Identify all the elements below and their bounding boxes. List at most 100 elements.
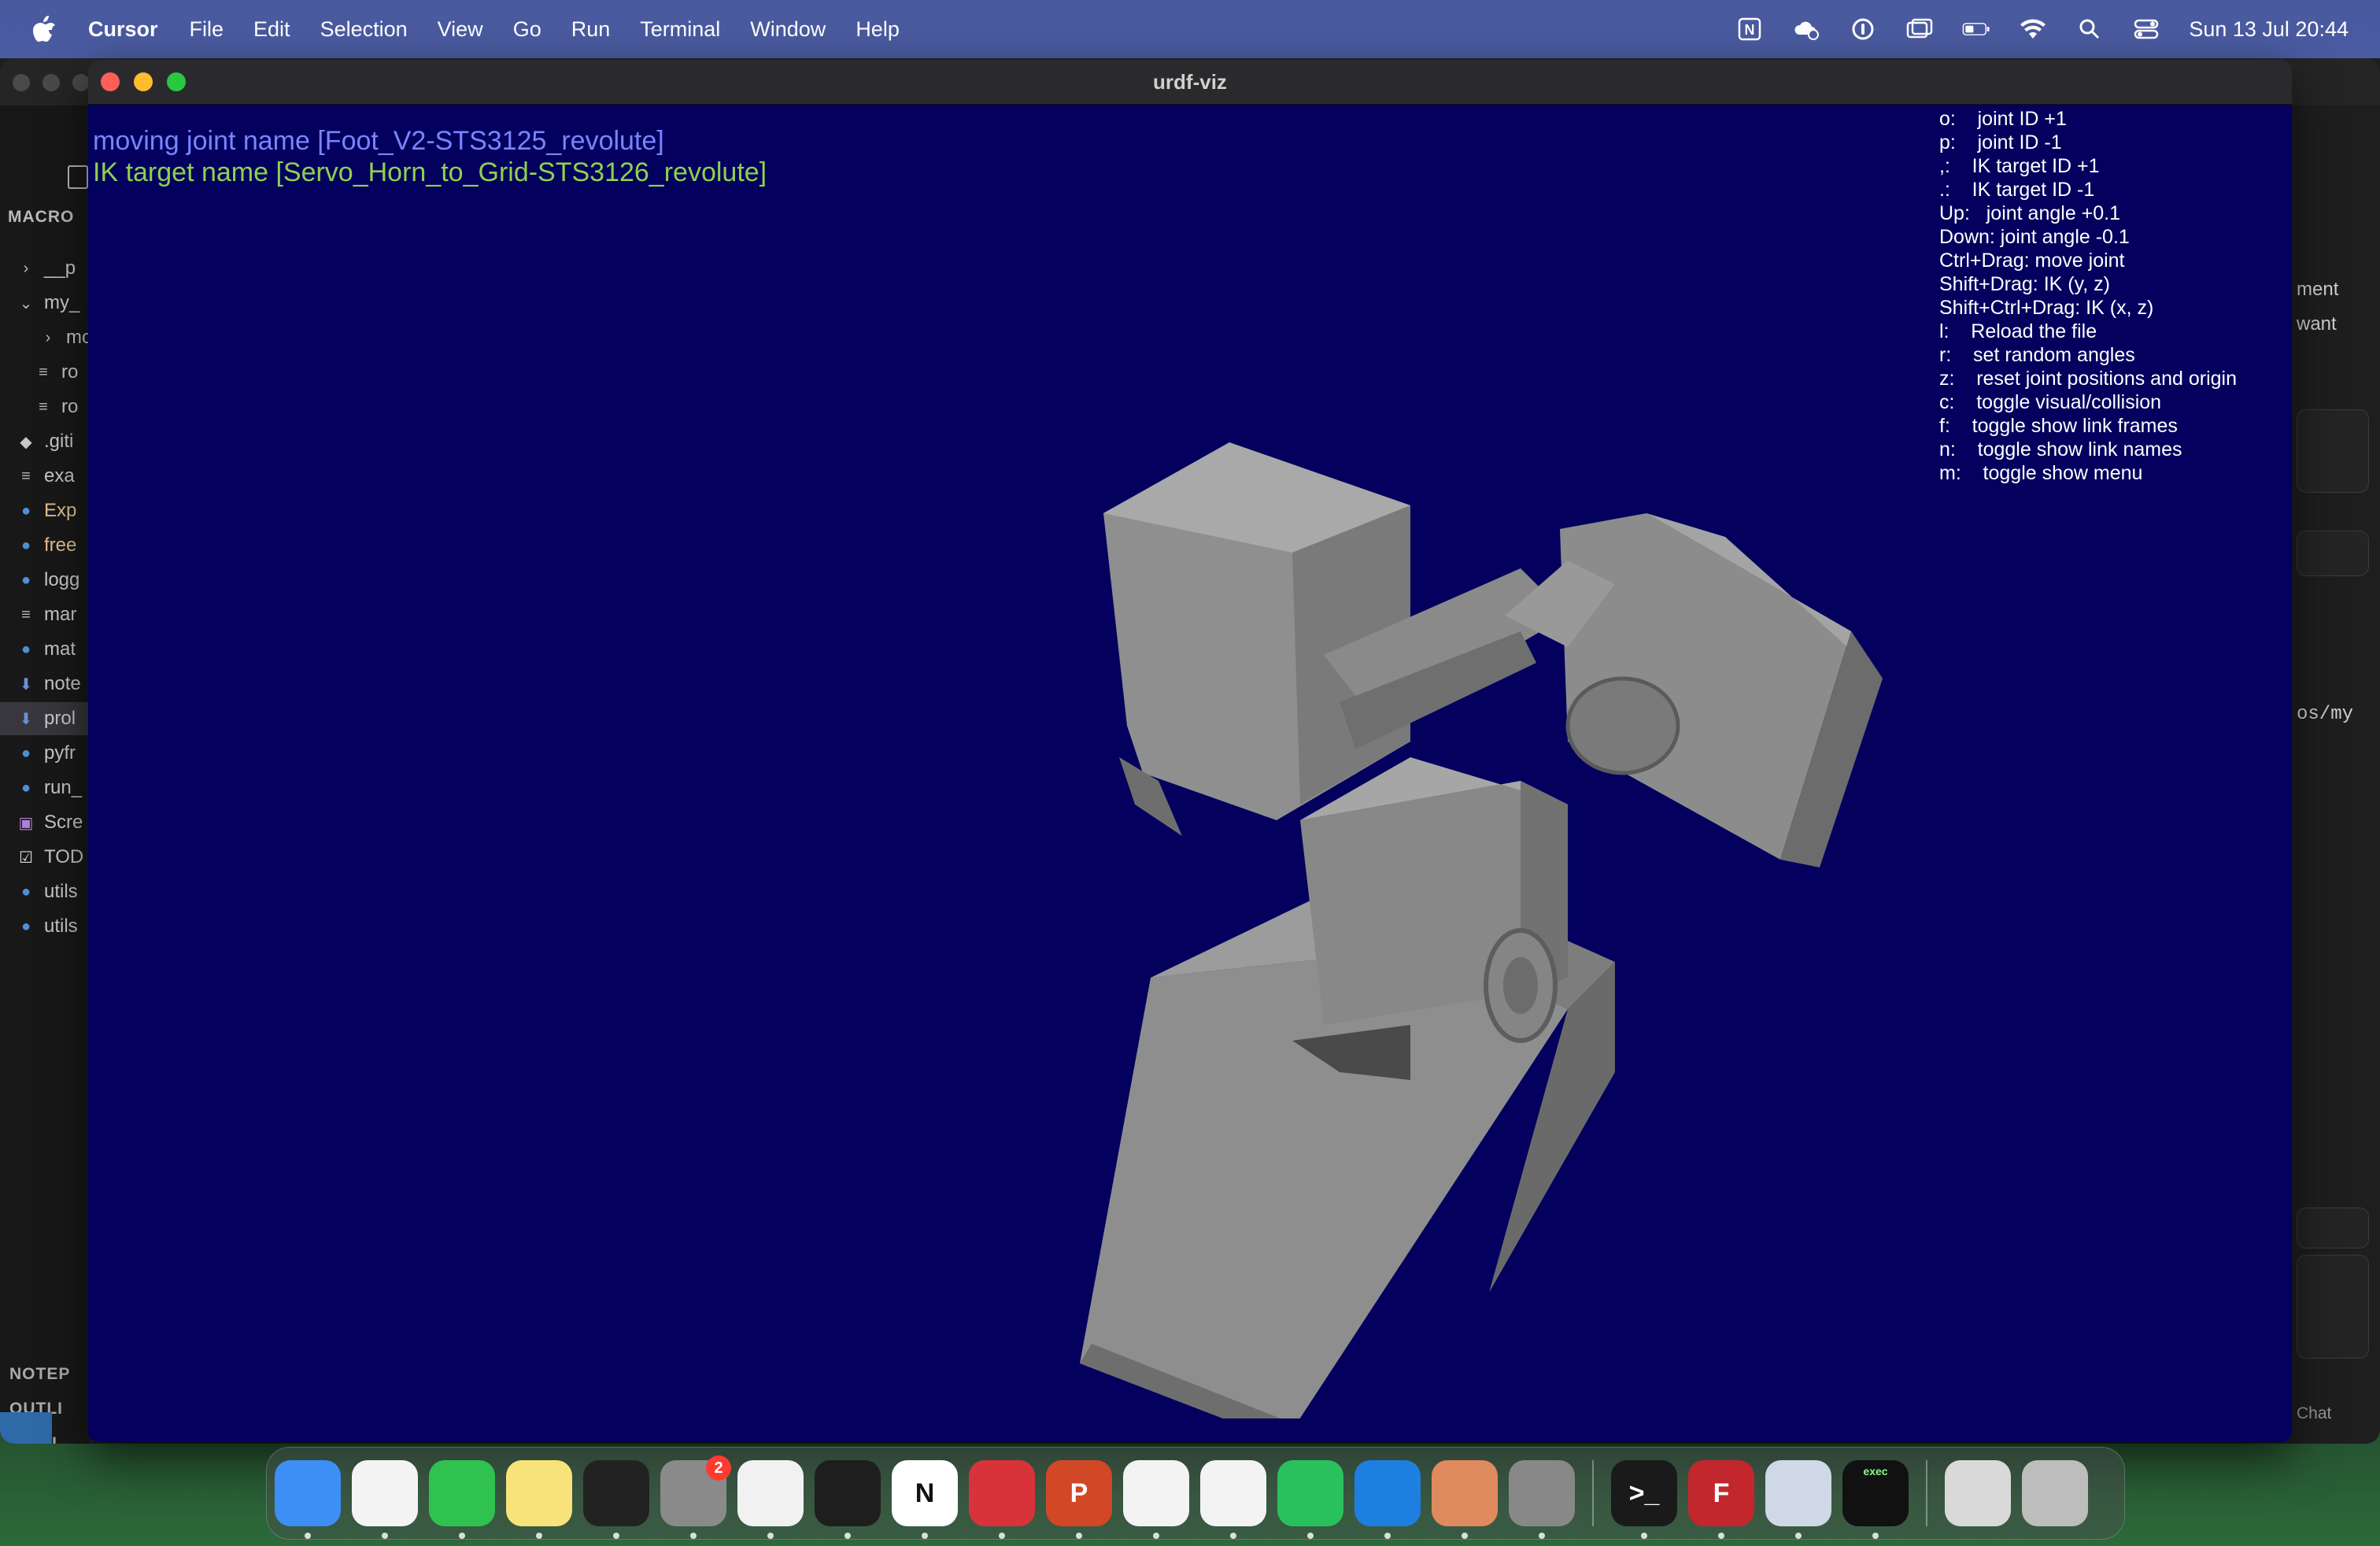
menu-selection[interactable]: Selection <box>320 17 408 42</box>
menu-help[interactable]: Help <box>856 17 900 42</box>
apple-menu-icon[interactable] <box>31 15 66 43</box>
control-center-icon[interactable] <box>2132 15 2160 43</box>
editor-minimize-button[interactable] <box>42 74 60 91</box>
notes-icon[interactable] <box>506 1460 572 1539</box>
editor-maximize-button[interactable] <box>72 74 90 91</box>
copy-icon[interactable] <box>68 165 88 189</box>
freeform-icon[interactable] <box>1200 1460 1266 1539</box>
menu-bar-clock[interactable]: Sun 13 Jul 20:44 <box>2189 17 2349 42</box>
running-indicator <box>613 1533 619 1539</box>
running-indicator <box>1230 1533 1236 1539</box>
documents-stack-icon[interactable] <box>1945 1460 2011 1526</box>
menu-window[interactable]: Window <box>750 17 826 42</box>
figma-icon[interactable] <box>815 1460 881 1539</box>
dock-icon-glyph: P <box>1070 1478 1088 1508</box>
notification-badge: 2 <box>706 1455 731 1481</box>
running-indicator <box>1462 1533 1468 1539</box>
app-name-menu[interactable]: Cursor <box>88 17 158 42</box>
unity-icon[interactable] <box>583 1460 649 1539</box>
help-row: ,: IK target ID +1 <box>1939 155 2100 177</box>
file-lines-icon: ≡ <box>21 467 31 485</box>
running-indicator <box>1795 1533 1802 1539</box>
running-indicator <box>1153 1533 1159 1539</box>
file-tree-label: prol <box>44 708 76 729</box>
chat-code-box <box>2297 531 2369 576</box>
menu-terminal[interactable]: Terminal <box>640 17 720 42</box>
help-row: z: reset joint positions and origin <box>1939 368 2237 390</box>
file-tree-label: Scre <box>44 812 83 833</box>
system-settings-icon[interactable]: 2 <box>660 1455 731 1539</box>
python-icon: ● <box>20 536 31 554</box>
menu-file[interactable]: File <box>190 17 224 42</box>
notion-icon[interactable]: N <box>892 1460 958 1539</box>
whatsapp-icon[interactable] <box>1277 1460 1343 1539</box>
menu-run[interactable]: Run <box>571 17 611 42</box>
help-row: Shift+Ctrl+Drag: IK (x, z) <box>1939 297 2154 319</box>
preview-icon[interactable] <box>1765 1460 1831 1539</box>
menu-edit[interactable]: Edit <box>253 17 290 42</box>
editor-close-button[interactable] <box>13 74 30 91</box>
file-lines-icon: ≡ <box>39 398 48 416</box>
docker-icon[interactable] <box>1354 1460 1421 1539</box>
file-tree-label: .giti <box>44 431 74 452</box>
chat-composer[interactable] <box>2297 1255 2369 1359</box>
remote-indicator[interactable] <box>0 1412 52 1444</box>
chat-mode-label[interactable]: Chat <box>2297 1404 2331 1423</box>
help-row: n: toggle show link names <box>1939 438 2182 460</box>
dock-separator <box>1926 1460 1927 1526</box>
file-tree-label: pyfr <box>44 742 76 764</box>
file-lines-icon: ≡ <box>21 605 31 623</box>
chevron-down-icon: ⌄ <box>19 294 33 313</box>
chat-input-area[interactable] <box>2297 1208 2369 1248</box>
image-icon: ▣ <box>18 814 34 832</box>
onepassword-icon[interactable] <box>1849 15 1877 43</box>
chat-text-fragment: ment <box>2297 279 2339 300</box>
trash-icon[interactable] <box>2022 1460 2088 1526</box>
running-indicator <box>1384 1533 1391 1539</box>
wifi-icon[interactable] <box>2019 15 2047 43</box>
file-tree-label: __p <box>44 257 76 279</box>
claude-icon[interactable] <box>1432 1460 1498 1539</box>
urdf-viz-window: urdf-viz moving joint name [Foot_V2-STS3… <box>88 60 2292 1442</box>
powerpoint-icon[interactable]: P <box>1046 1460 1112 1539</box>
notepad-section[interactable]: NOTEP <box>9 1365 70 1384</box>
exec-icon[interactable]: exec <box>1842 1460 1909 1539</box>
window-icon[interactable] <box>1905 15 1934 43</box>
search-icon[interactable] <box>2075 15 2104 43</box>
help-row: m: toggle show menu <box>1939 462 2143 484</box>
expressvpn-icon[interactable] <box>969 1460 1035 1539</box>
weather-icon[interactable] <box>1792 15 1820 43</box>
chat-code-fragment: os/my <box>2297 704 2354 725</box>
explorer-sidebar: MACRO › __p ⌄ my_ › mo ≡ ro ≡ ro ◆ .giti ≡ exa ● Exp ● fr… <box>0 105 105 1444</box>
battery-icon[interactable] <box>1962 15 1990 43</box>
robot-model-render[interactable] <box>970 395 1883 1418</box>
menu-go[interactable]: Go <box>513 17 541 42</box>
running-indicator <box>767 1533 774 1539</box>
chat-panel: ment want os/my Chat wn <box>2297 105 2380 1444</box>
finder-icon[interactable] <box>275 1460 341 1539</box>
file-tree-label: Exp <box>44 500 77 521</box>
running-indicator <box>1076 1533 1082 1539</box>
help-row: f: toggle show link frames <box>1939 415 2178 437</box>
help-row: c: toggle visual/collision <box>1939 391 2162 413</box>
notion-icon[interactable]: N <box>1735 15 1764 43</box>
filezilla-icon[interactable]: F <box>1688 1460 1754 1539</box>
dock-icon-glyph: exec <box>1863 1465 1888 1478</box>
help-menu: o: joint ID +1 p: joint ID -1 ,: IK targ… <box>1939 107 2237 485</box>
facetime-icon[interactable] <box>429 1460 495 1539</box>
python-icon: ● <box>20 571 31 589</box>
menu-view[interactable]: View <box>438 17 483 42</box>
3d-viewport[interactable]: moving joint name [Foot_V2-STS3125_revol… <box>88 104 2292 1442</box>
unity-hub-icon[interactable] <box>1509 1460 1575 1539</box>
chat-text-fragment: want <box>2297 313 2337 335</box>
chat-message-box <box>2297 409 2369 493</box>
moving-joint-label: moving joint name [Foot_V2-STS3125_revol… <box>93 126 664 156</box>
mongodb-compass-icon[interactable] <box>1123 1460 1189 1539</box>
terminal-icon[interactable]: >_ <box>1611 1460 1677 1539</box>
file-tree-label: TOD <box>44 846 84 867</box>
photos-icon[interactable] <box>352 1460 418 1539</box>
help-row: Ctrl+Drag: move joint <box>1939 250 2125 272</box>
download-icon: ⬇ <box>19 710 33 728</box>
explorer-section-header[interactable]: MACRO <box>8 208 74 227</box>
chrome-icon[interactable] <box>737 1460 804 1539</box>
